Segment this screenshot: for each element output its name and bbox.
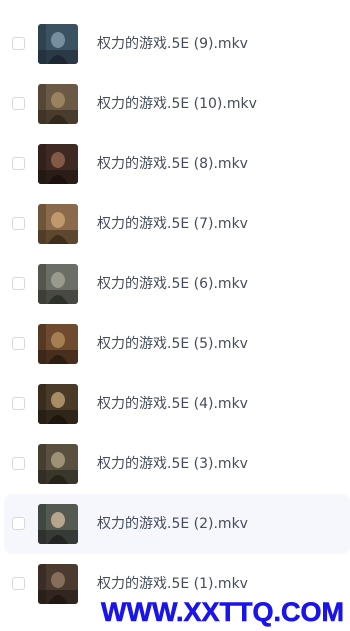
row-checkbox[interactable] [12, 517, 25, 530]
row-checkbox[interactable] [12, 217, 25, 230]
file-row[interactable]: 权力的游戏.5E (3).mkv [0, 434, 350, 494]
video-thumbnail[interactable] [38, 144, 78, 184]
row-checkbox[interactable] [12, 277, 25, 290]
file-row[interactable]: 权力的游戏.5E (5).mkv [0, 314, 350, 374]
file-row[interactable]: 权力的游戏.5E (2).mkv [4, 494, 350, 554]
row-checkbox[interactable] [12, 577, 25, 590]
row-checkbox[interactable] [12, 37, 25, 50]
video-thumbnail[interactable] [38, 564, 78, 604]
file-name[interactable]: 权力的游戏.5E (7).mkv [97, 215, 248, 233]
file-row[interactable]: 权力的游戏.5E (4).mkv [0, 374, 350, 434]
file-name[interactable]: 权力的游戏.5E (9).mkv [97, 35, 248, 53]
file-row[interactable]: 权力的游戏.5E (6).mkv [0, 254, 350, 314]
file-name[interactable]: 权力的游戏.5E (5).mkv [97, 335, 248, 353]
file-list-page: 权力的游戏.5E (9).mkv 权力的游戏.5E (10).mkv 权力的游戏.5… [0, 0, 350, 631]
file-name[interactable]: 权力的游戏.5E (3).mkv [97, 455, 248, 473]
video-thumbnail[interactable] [38, 324, 78, 364]
file-list: 权力的游戏.5E (9).mkv 权力的游戏.5E (10).mkv 权力的游戏.5… [0, 14, 350, 614]
clipped-previous-row [10, 0, 350, 4]
file-row[interactable]: 权力的游戏.5E (7).mkv [0, 194, 350, 254]
file-name[interactable]: 权力的游戏.5E (2).mkv [97, 515, 248, 533]
file-row[interactable]: 权力的游戏.5E (8).mkv [0, 134, 350, 194]
file-row[interactable]: 权力的游戏.5E (10).mkv [0, 74, 350, 134]
row-checkbox[interactable] [12, 457, 25, 470]
video-thumbnail[interactable] [38, 444, 78, 484]
file-row[interactable]: 权力的游戏.5E (9).mkv [0, 14, 350, 74]
row-checkbox[interactable] [12, 97, 25, 110]
file-name[interactable]: 权力的游戏.5E (4).mkv [97, 395, 248, 413]
video-thumbnail[interactable] [38, 84, 78, 124]
video-thumbnail[interactable] [38, 24, 78, 64]
video-thumbnail[interactable] [38, 264, 78, 304]
video-thumbnail[interactable] [38, 504, 78, 544]
file-name[interactable]: 权力的游戏.5E (8).mkv [97, 155, 248, 173]
row-checkbox[interactable] [12, 157, 25, 170]
file-name[interactable]: 权力的游戏.5E (1).mkv [97, 575, 248, 593]
row-checkbox[interactable] [12, 337, 25, 350]
video-thumbnail[interactable] [38, 204, 78, 244]
file-name[interactable]: 权力的游戏.5E (6).mkv [97, 275, 248, 293]
row-checkbox[interactable] [12, 397, 25, 410]
file-name[interactable]: 权力的游戏.5E (10).mkv [97, 95, 257, 113]
video-thumbnail[interactable] [38, 384, 78, 424]
watermark: WWW.XXTTQ.COM [101, 597, 345, 628]
